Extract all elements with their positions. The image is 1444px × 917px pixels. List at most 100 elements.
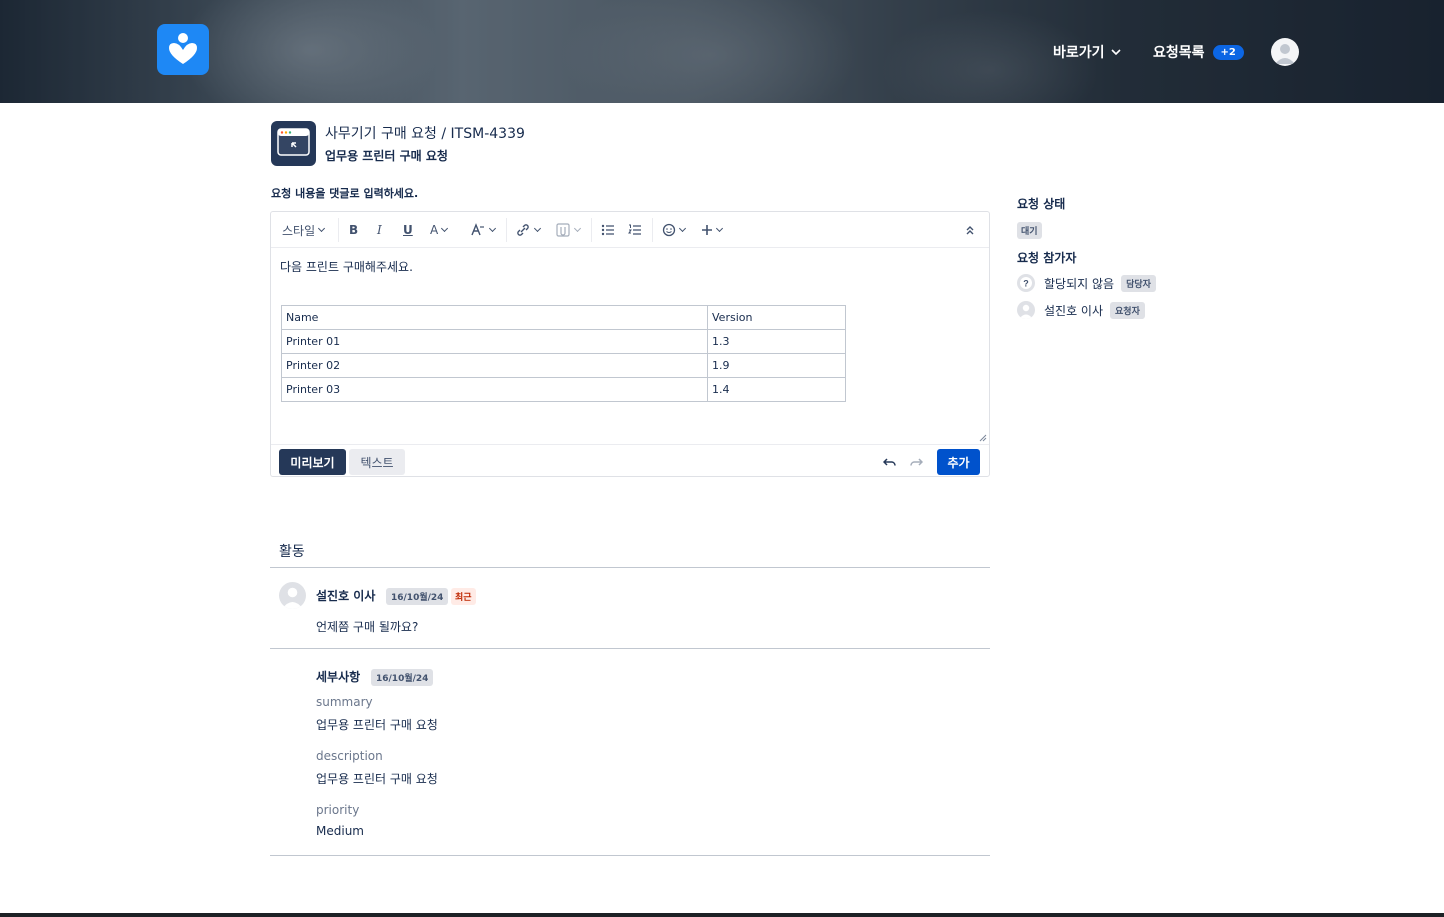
caret-down-icon (678, 224, 687, 233)
comment-author: 설진호 이사 (316, 589, 376, 603)
add-comment-button[interactable]: 추가 (937, 449, 980, 475)
request-summary: 업무용 프린터 구매 요청 (325, 149, 448, 163)
status-badge: 대기 (1017, 222, 1042, 239)
comment-text[interactable]: 다음 프린트 구매해주세요. (280, 258, 413, 275)
table-header-row: Name Version (281, 305, 846, 330)
text-mode-button[interactable]: 텍스트 (349, 449, 405, 475)
italic-button[interactable]: I (377, 221, 382, 239)
chevron-down-icon (1110, 49, 1121, 55)
numbered-list-icon (628, 224, 641, 235)
numbered-list-button[interactable] (628, 221, 642, 239)
smiley-icon (662, 223, 676, 237)
requests-label: 요청목록 (1153, 45, 1205, 61)
table-header-cell[interactable]: Name (281, 305, 708, 330)
comment-editor: 스타일 B I U A 다음 프린트 구매해주세요. Name Version … (270, 211, 990, 477)
request-type-icon (271, 121, 316, 166)
caret-down-icon (533, 224, 542, 233)
portal-logo[interactable] (157, 24, 209, 75)
requests-count-badge: +2 (1212, 44, 1244, 60)
undo-icon[interactable] (883, 456, 897, 468)
request-breadcrumb[interactable]: 사무기기 구매 요청 / ITSM-4339 (325, 123, 525, 143)
toolbar-divider (506, 218, 507, 242)
caret-down-icon (318, 224, 326, 233)
emoji-button[interactable] (662, 221, 687, 239)
text-format-button[interactable] (470, 221, 497, 239)
field-value: 업무용 프린터 구매 요청 (316, 718, 438, 732)
redo-icon[interactable] (909, 456, 923, 468)
divider (270, 567, 990, 568)
divider (270, 648, 990, 649)
role-badge: 요청자 (1110, 301, 1145, 319)
table-cell[interactable]: Printer 02 (281, 353, 708, 378)
paperclip-icon (556, 223, 570, 237)
participant-assignee[interactable]: ? 할당되지 않음 담당자 (1017, 274, 1156, 292)
user-icon (1275, 44, 1295, 64)
request-status-heading: 요청 상태 (1017, 197, 1066, 211)
question-mark-icon: ? (1020, 277, 1032, 289)
role-badge: 담당자 (1121, 274, 1156, 292)
comment-date-badge: 16/10월/24 (386, 588, 449, 605)
field-key: priority (316, 803, 360, 817)
preview-mode-button[interactable]: 미리보기 (279, 449, 346, 475)
bullet-list-button[interactable] (601, 221, 615, 239)
recent-badge: 최근 (451, 588, 476, 605)
style-dropdown[interactable]: 스타일 (282, 221, 326, 239)
table-row: Printer 01 1.3 (281, 329, 846, 354)
attachment-button[interactable] (555, 221, 582, 239)
user-avatar[interactable] (1271, 38, 1299, 66)
table-header-cell[interactable]: Version (707, 305, 846, 330)
divider (270, 855, 990, 856)
participant-name: 설진호 이사 (1044, 303, 1104, 318)
svg-text:?: ? (1023, 279, 1029, 289)
caret-down-icon (573, 224, 582, 233)
bold-button[interactable]: B (349, 221, 358, 239)
participants-heading: 요청 참가자 (1017, 251, 1077, 265)
field-key: summary (316, 695, 373, 709)
double-chevron-up-icon (966, 226, 974, 235)
text-style-icon (471, 223, 484, 236)
caret-down-icon (441, 224, 449, 233)
link-icon (517, 224, 529, 236)
details-heading: 세부사항 (316, 670, 361, 684)
editor-toolbar: 스타일 B I U A (271, 212, 989, 248)
comment-prompt: 요청 내용을 댓글로 입력하세요. (271, 187, 419, 200)
requests-link[interactable]: 요청목록 +2 (1153, 42, 1244, 62)
collapse-toolbar-button[interactable] (965, 221, 975, 239)
printer-table[interactable]: Name Version Printer 01 1.3 Printer 02 1… (281, 305, 846, 402)
toolbar-divider (652, 218, 653, 242)
user-icon (1019, 304, 1033, 319)
field-key: description (316, 749, 383, 763)
text-color-label: A (430, 223, 439, 237)
plus-icon (702, 225, 712, 235)
window-bottom-edge (0, 913, 1444, 917)
table-cell[interactable]: 1.9 (707, 353, 846, 378)
table-cell[interactable]: Printer 01 (281, 329, 708, 354)
participant-requester[interactable]: 설진호 이사 요청자 (1017, 301, 1145, 319)
toolbar-divider (591, 218, 592, 242)
bullet-list-icon (601, 224, 614, 236)
site-header: 바로가기 요청목록 +2 (0, 0, 1444, 103)
text-color-button[interactable]: A (430, 221, 449, 239)
table-cell[interactable]: Printer 03 (281, 377, 708, 402)
insert-more-button[interactable] (701, 221, 724, 239)
underline-button[interactable]: U (403, 221, 413, 239)
editor-footer: 미리보기 텍스트 추가 (271, 444, 989, 476)
activity-heading: 활동 (279, 544, 305, 560)
table-row: Printer 02 1.9 (281, 353, 846, 378)
toolbar-divider (338, 218, 339, 242)
table-row: Printer 03 1.4 (281, 377, 846, 402)
resize-handle-icon[interactable] (979, 434, 987, 442)
avatar (279, 582, 306, 609)
link-button[interactable] (515, 221, 542, 239)
caret-down-icon (488, 224, 497, 233)
avatar (1017, 301, 1035, 319)
details-date-badge: 16/10월/24 (371, 669, 434, 686)
table-cell[interactable]: 1.3 (707, 329, 846, 354)
table-cell[interactable]: 1.4 (707, 377, 846, 402)
editor-content-area[interactable]: 다음 프린트 구매해주세요. Name Version Printer 01 1… (271, 248, 989, 444)
style-dropdown-label: 스타일 (282, 223, 316, 238)
field-value: Medium (316, 824, 364, 838)
caret-down-icon (715, 224, 724, 233)
heart-person-icon (169, 33, 197, 64)
shortcut-menu[interactable]: 바로가기 (1053, 42, 1121, 62)
